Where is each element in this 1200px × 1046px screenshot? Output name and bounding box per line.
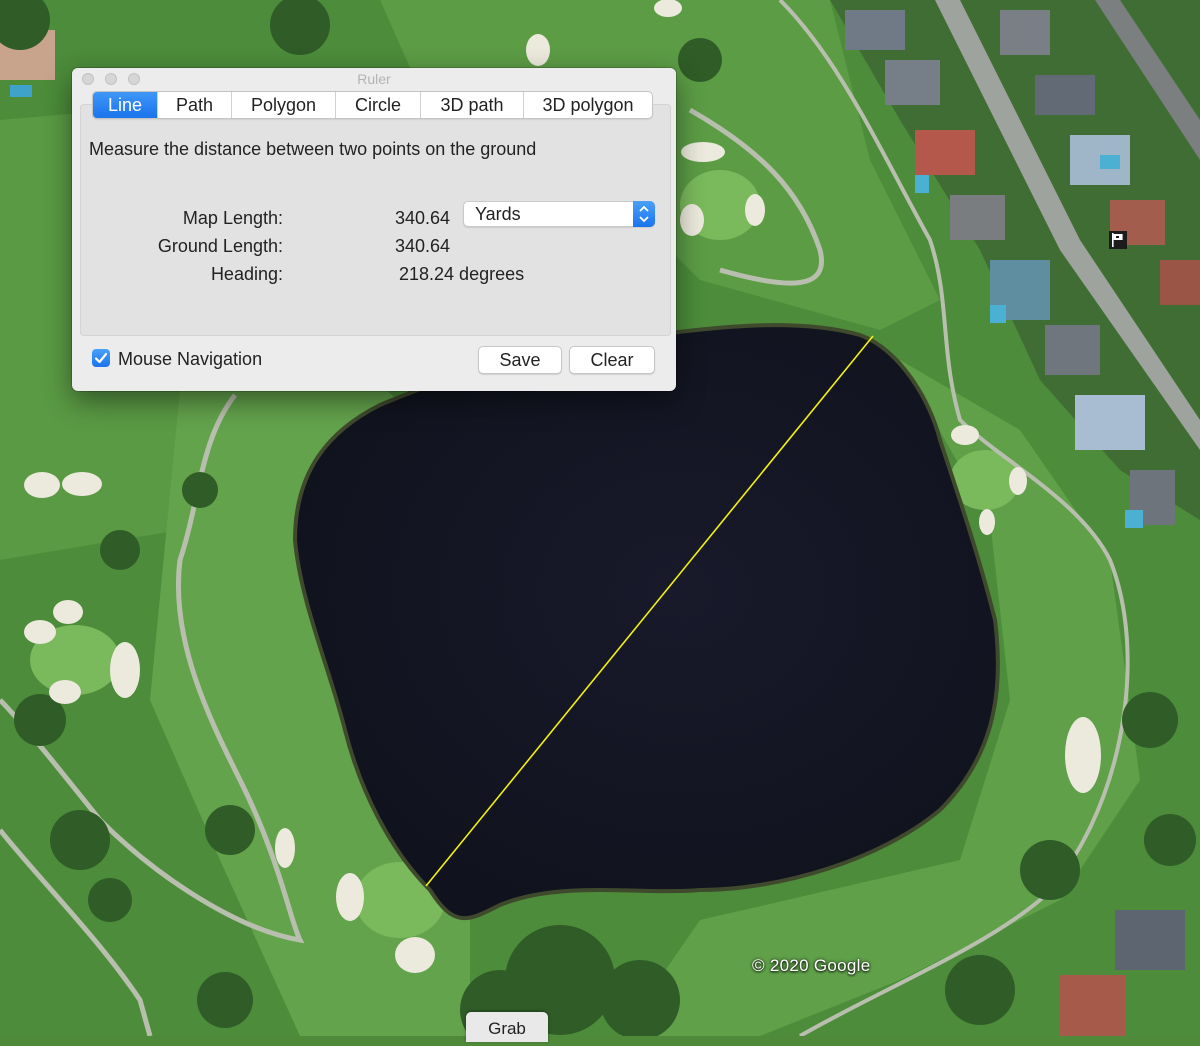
units-selected-value: Yards — [475, 204, 521, 224]
tree-cluster — [88, 878, 132, 922]
ground-length-label: Ground Length: — [157, 236, 283, 256]
house-roof — [1035, 75, 1095, 115]
pool — [915, 175, 929, 193]
tab-circle[interactable]: Circle — [335, 92, 420, 118]
mode-description: Measure the distance between two points … — [89, 139, 537, 159]
tree-cluster — [945, 955, 1015, 1025]
map-length-label: Map Length: — [182, 208, 283, 228]
sand-bunker — [680, 204, 704, 236]
tree-cluster — [1020, 840, 1080, 900]
sand-bunker — [24, 620, 56, 644]
units-select[interactable]: Yards — [463, 201, 655, 227]
grab-button[interactable]: Grab — [466, 1012, 548, 1042]
map-length-value: 340.64 — [395, 208, 451, 228]
tree-cluster — [1122, 692, 1178, 748]
tab-path[interactable]: Path — [157, 92, 231, 118]
house-roof — [1045, 325, 1100, 375]
house-roof — [1000, 10, 1050, 55]
pool — [1125, 510, 1143, 528]
sand-bunker — [745, 194, 765, 226]
tab-3d-polygon[interactable]: 3D polygon — [523, 92, 652, 118]
pool — [10, 85, 32, 97]
heading-value: 218.24 degrees — [399, 264, 525, 284]
mouse-navigation-label: Mouse Navigation — [118, 349, 263, 369]
tab-line[interactable]: Line — [93, 92, 157, 118]
checkmark-icon — [94, 352, 108, 364]
measure-mode-tabs: Line Path Polygon Circle 3D path 3D poly… — [92, 91, 653, 119]
tree-cluster — [100, 530, 140, 570]
tree-cluster — [50, 810, 110, 870]
tab-3d-path[interactable]: 3D path — [420, 92, 523, 118]
sand-bunker — [110, 642, 140, 698]
save-button[interactable]: Save — [478, 346, 562, 374]
titlebar[interactable]: Ruler — [72, 68, 676, 90]
house-roof — [1075, 395, 1145, 450]
tree-cluster — [1144, 814, 1196, 866]
pool — [1100, 155, 1120, 169]
tree-cluster — [205, 805, 255, 855]
flag-marker-icon[interactable] — [1108, 230, 1128, 250]
house-roof — [885, 60, 940, 105]
sand-bunker — [951, 425, 979, 445]
window-title: Ruler — [357, 71, 391, 87]
house-roof — [845, 10, 905, 50]
ruler-window[interactable]: Ruler Line Path Polygon Circle 3D path 3… — [72, 68, 676, 391]
sand-bunker — [1009, 467, 1027, 495]
house-roof — [1060, 975, 1125, 1036]
house-roof — [915, 130, 975, 175]
ground-length-value: 340.64 — [395, 236, 451, 256]
house-roof — [1115, 910, 1185, 970]
tree-cluster — [182, 472, 218, 508]
sand-bunker — [49, 680, 81, 704]
mouse-navigation-checkbox[interactable] — [92, 349, 110, 367]
tree-cluster — [197, 972, 253, 1028]
sand-bunker — [53, 600, 83, 624]
sand-bunker — [275, 828, 295, 868]
clear-button[interactable]: Clear — [569, 346, 655, 374]
sand-bunker — [395, 937, 435, 973]
sand-bunker — [62, 472, 102, 496]
sand-bunker — [979, 509, 995, 535]
heading-label: Heading: — [210, 264, 283, 284]
house-roof — [950, 195, 1005, 240]
lake — [292, 323, 1000, 921]
pool — [990, 305, 1006, 323]
measurement-panel: Measure the distance between two points … — [80, 104, 671, 336]
tab-polygon[interactable]: Polygon — [231, 92, 335, 118]
select-stepper-icon — [633, 201, 655, 227]
house-roof — [1160, 260, 1200, 305]
sand-bunker — [24, 472, 60, 498]
tree-cluster — [678, 38, 722, 82]
sand-bunker — [336, 873, 364, 921]
sand-bunker — [681, 142, 725, 162]
sand-bunker — [1065, 717, 1101, 793]
sand-bunker — [526, 34, 550, 66]
map-copyright: © 2020 Google — [752, 956, 871, 975]
